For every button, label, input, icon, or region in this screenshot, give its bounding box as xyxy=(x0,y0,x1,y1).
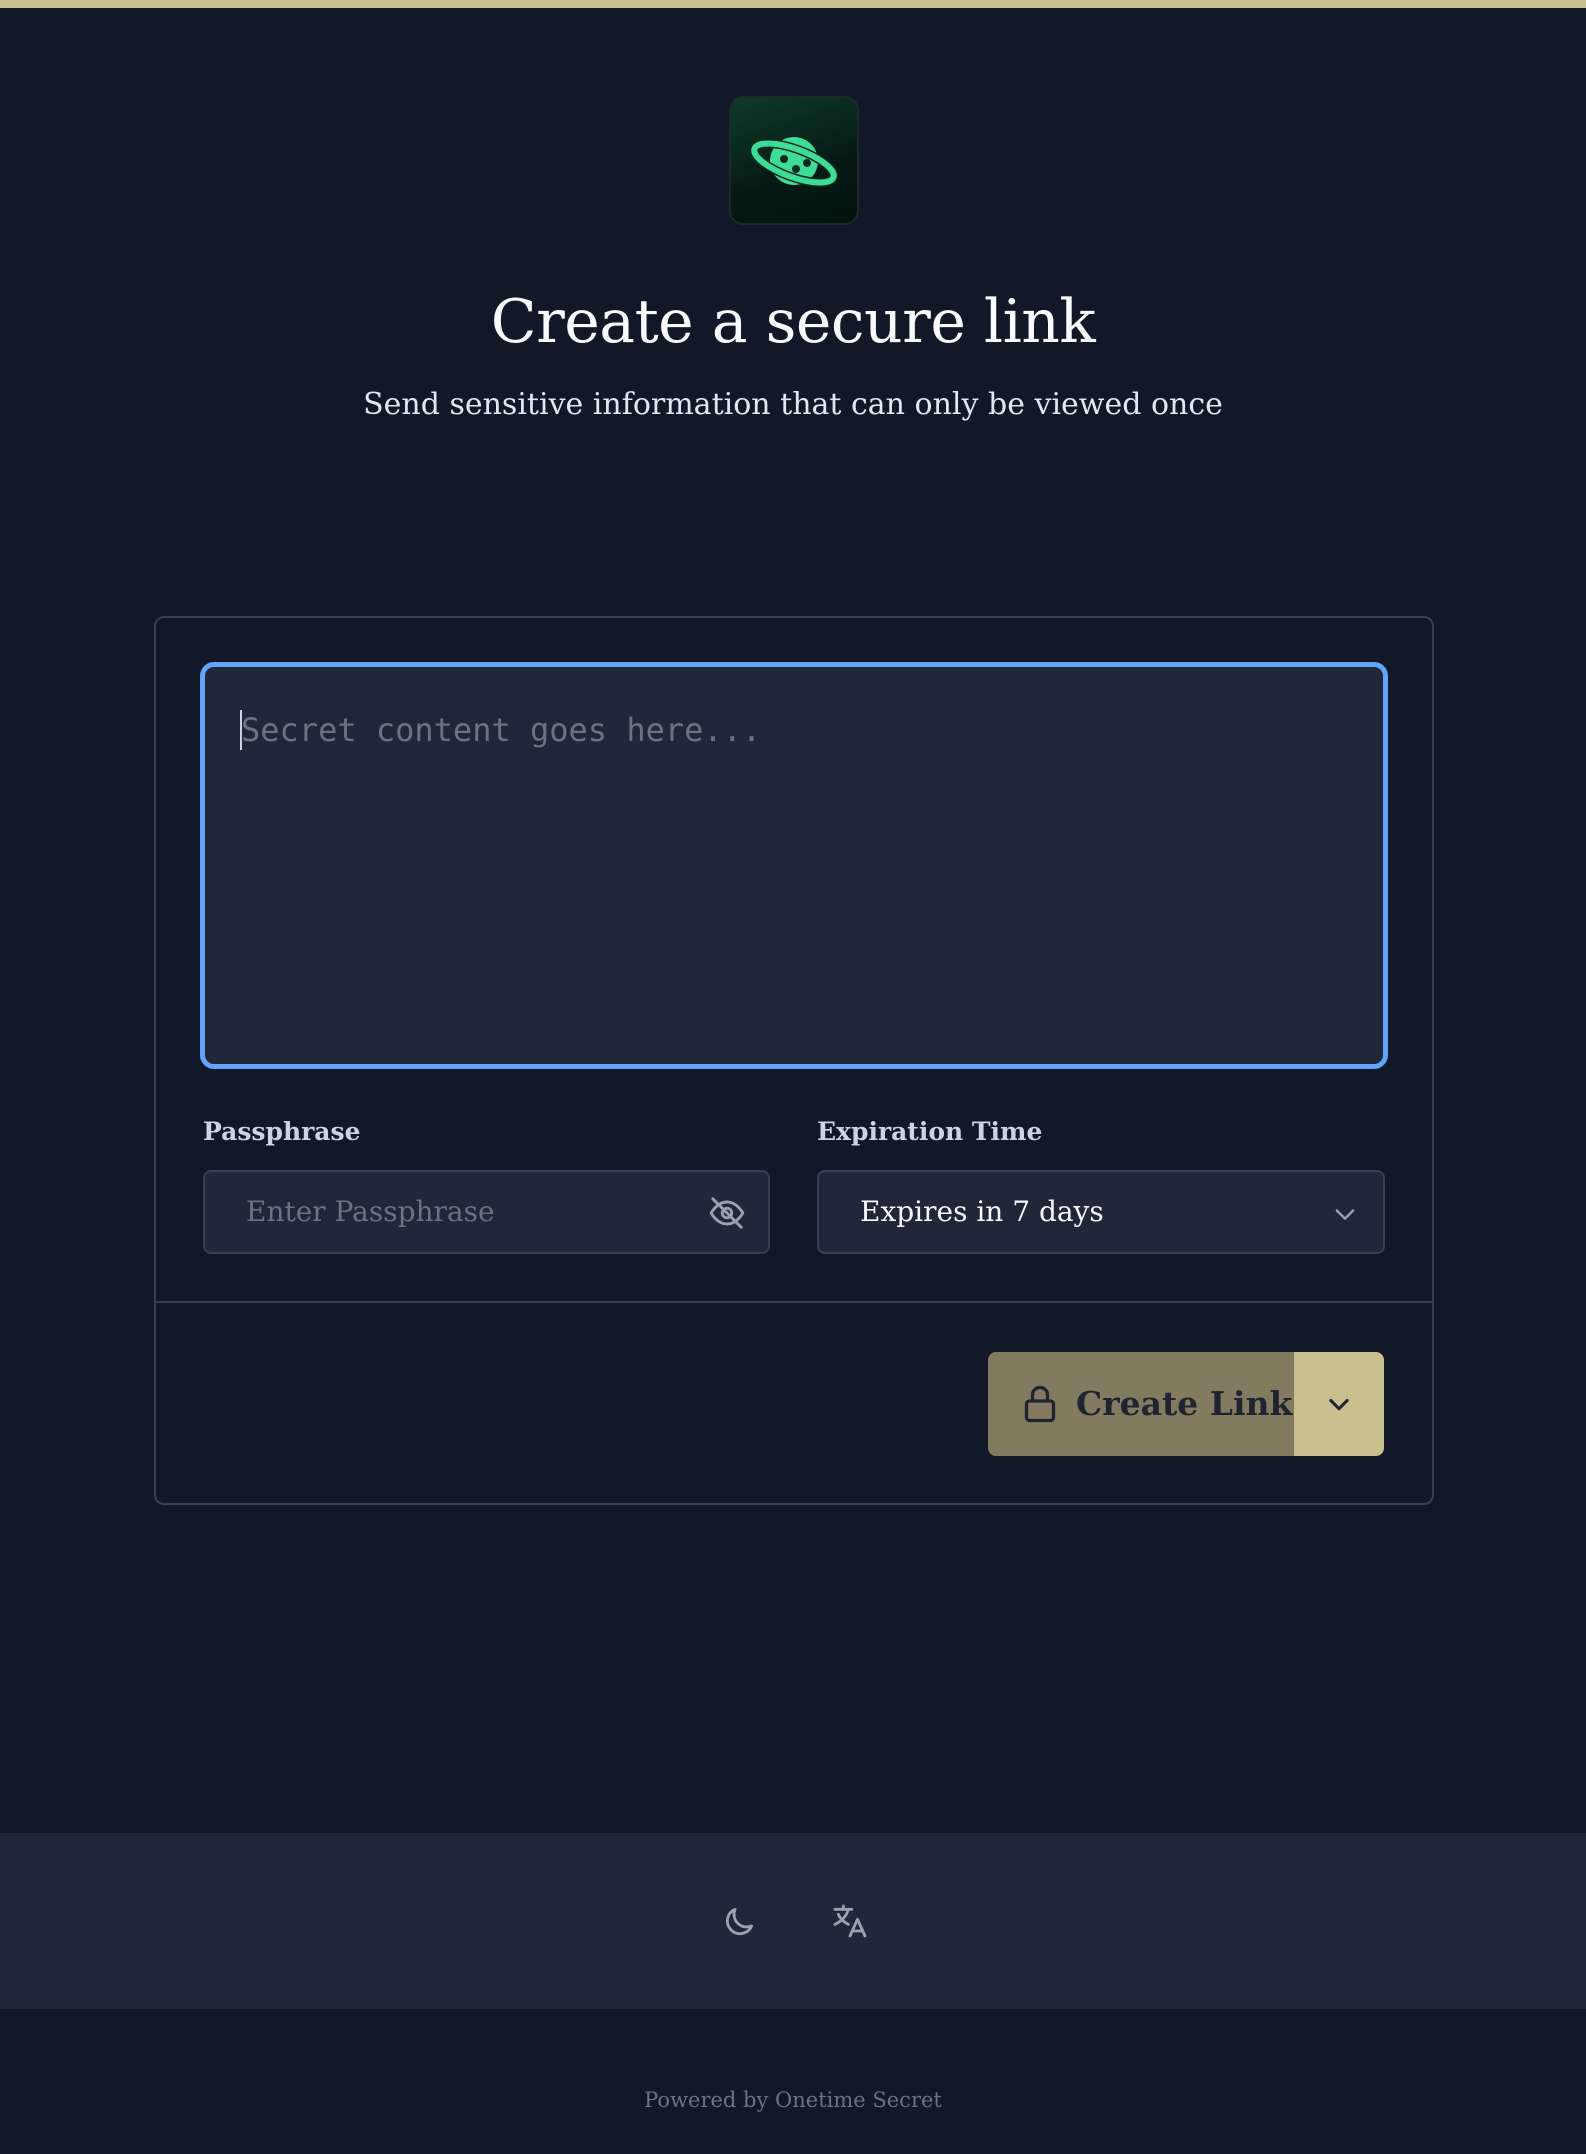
create-link-button[interactable]: Create Link xyxy=(988,1352,1294,1456)
secret-content-placeholder: Secret content goes here... xyxy=(241,711,762,749)
lock-icon xyxy=(1024,1385,1056,1423)
secret-content-textarea[interactable]: Secret content goes here... xyxy=(200,662,1388,1069)
create-link-label: Create Link xyxy=(1076,1384,1293,1423)
card-divider xyxy=(156,1301,1432,1303)
passphrase-placeholder: Enter Passphrase xyxy=(246,1195,495,1228)
expiration-select[interactable]: Expires in 7 days xyxy=(817,1170,1385,1254)
top-accent-bar xyxy=(0,0,1586,8)
translate-icon[interactable] xyxy=(830,1901,870,1941)
chevron-down-icon xyxy=(1329,1398,1349,1411)
create-link-options-button[interactable] xyxy=(1294,1352,1384,1456)
powered-by-text: Powered by Onetime Secret xyxy=(644,2088,942,2112)
page-subtitle: Send sensitive information that can only… xyxy=(363,387,1223,422)
page-title: Create a secure link xyxy=(490,287,1096,357)
chevron-down-icon xyxy=(1335,1209,1355,1220)
expiration-label: Expiration Time xyxy=(817,1117,1043,1146)
planet-logo-icon[interactable] xyxy=(729,96,859,225)
passphrase-label: Passphrase xyxy=(203,1117,361,1146)
footer-toolbar xyxy=(0,1833,1586,2009)
eye-off-icon[interactable] xyxy=(708,1194,746,1232)
passphrase-input[interactable]: Enter Passphrase xyxy=(203,1170,770,1254)
expiration-selected-value: Expires in 7 days xyxy=(860,1195,1104,1228)
moon-icon[interactable] xyxy=(720,1903,758,1941)
